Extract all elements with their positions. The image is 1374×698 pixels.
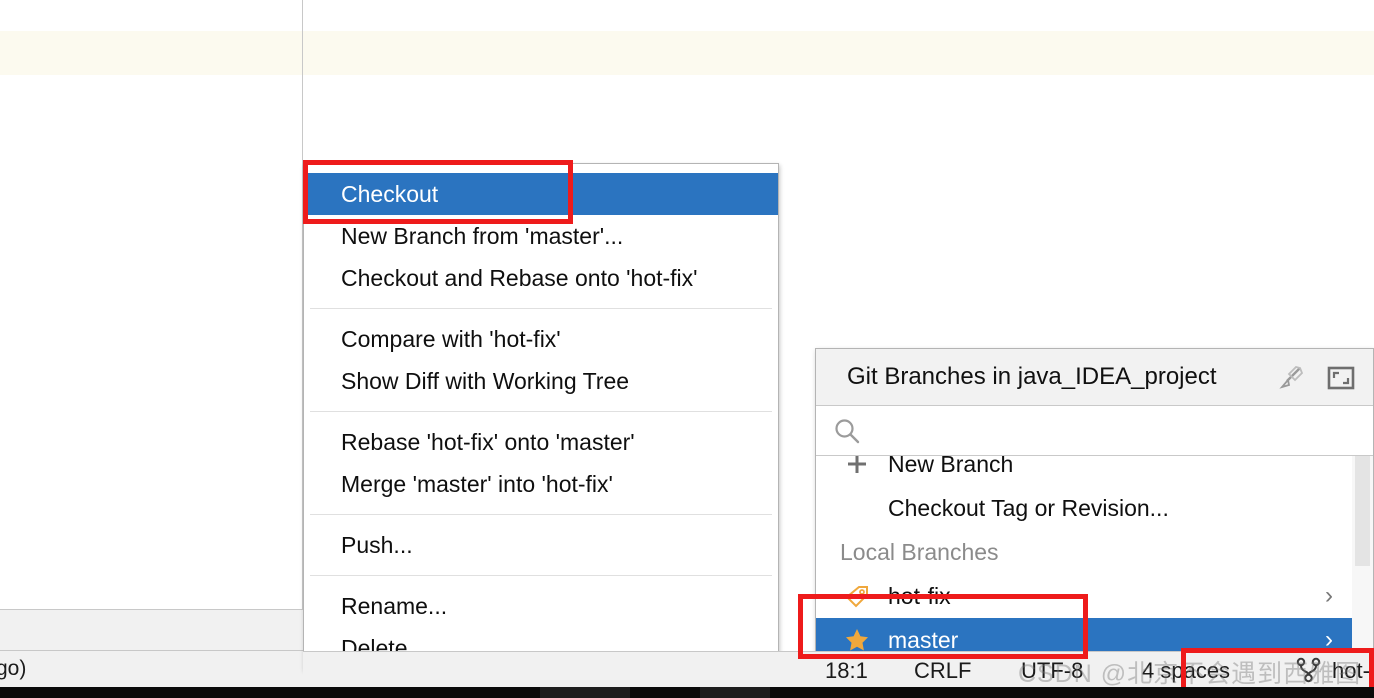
- context-menu-item[interactable]: Rename...: [304, 585, 778, 627]
- status-caret-position[interactable]: 18:1: [825, 658, 868, 684]
- git-branch-icon: [1295, 657, 1323, 683]
- pin-arrow-icon[interactable]: [1276, 363, 1306, 393]
- context-menu-separator: [310, 411, 772, 412]
- status-indent[interactable]: 4 spaces: [1142, 658, 1230, 684]
- left-status-band: [0, 651, 303, 687]
- status-encoding[interactable]: UTF-8: [1021, 658, 1083, 684]
- context-menu-item[interactable]: Merge 'master' into 'hot-fix': [304, 463, 778, 505]
- context-menu-item[interactable]: Push...: [304, 524, 778, 566]
- branches-action-item[interactable]: New Branch: [816, 456, 1373, 486]
- status-branch-name[interactable]: hot-fix: [1332, 658, 1374, 684]
- plus-icon: [844, 456, 870, 477]
- section-label: Local Branches: [840, 539, 999, 565]
- context-menu-item[interactable]: Rebase 'hot-fix' onto 'master': [304, 421, 778, 463]
- os-taskbar: [0, 687, 1374, 698]
- context-menu-item[interactable]: Show Diff with Working Tree: [304, 360, 778, 402]
- tag-icon: [844, 583, 870, 609]
- context-menu-item[interactable]: New Branch from 'master'...: [304, 215, 778, 257]
- taskbar-item[interactable]: [540, 687, 630, 698]
- context-menu-separator: [310, 308, 772, 309]
- context-menu-top-padding: [304, 164, 778, 173]
- star-icon: [844, 627, 870, 653]
- context-menu-item[interactable]: Checkout and Rebase onto 'hot-fix': [304, 257, 778, 299]
- caret-line-highlight: [0, 31, 1374, 75]
- search-icon: [832, 416, 862, 446]
- status-line-separator[interactable]: CRLF: [914, 658, 971, 684]
- git-branches-header: Git Branches in java_IDEA_project: [816, 349, 1373, 406]
- left-tool-panel-band: [0, 610, 303, 650]
- restore-window-icon[interactable]: [1326, 363, 1356, 393]
- branches-list-scrollbar[interactable]: [1352, 456, 1373, 661]
- chevron-right-icon[interactable]: ›: [1325, 574, 1333, 618]
- context-menu-separator: [310, 514, 772, 515]
- branch-label: hot-fix: [888, 583, 951, 609]
- branch-label: New Branch: [888, 456, 1014, 477]
- ide-status-bar: 18:1 CRLF UTF-8 4 spaces hot-fix: [303, 651, 1374, 687]
- git-branches-search-row[interactable]: [816, 406, 1373, 457]
- branches-section-header: Local Branches: [816, 530, 1373, 574]
- git-branches-popup[interactable]: Git Branches in java_IDEA_project New Br…: [815, 348, 1374, 663]
- git-branches-title: Git Branches in java_IDEA_project: [847, 363, 1217, 390]
- scrollbar-thumb[interactable]: [1355, 456, 1370, 566]
- context-menu-separator: [310, 575, 772, 576]
- branch-list-item[interactable]: hot-fix ›: [816, 574, 1373, 618]
- application-window: go) Checkout New Branch from 'master'... C…: [0, 0, 1374, 698]
- context-menu-item[interactable]: Compare with 'hot-fix': [304, 318, 778, 360]
- context-menu-item[interactable]: Checkout: [304, 173, 778, 215]
- left-status-text: go): [0, 657, 27, 680]
- branches-action-item[interactable]: Checkout Tag or Revision...: [816, 486, 1373, 530]
- git-branch-context-menu[interactable]: Checkout New Branch from 'master'... Check…: [303, 163, 779, 670]
- branch-label: Checkout Tag or Revision...: [888, 495, 1169, 521]
- git-branches-list[interactable]: New Branch Checkout Tag or Revision... Loc…: [816, 456, 1373, 661]
- taskbar-item[interactable]: [700, 687, 770, 698]
- branch-search-input[interactable]: [872, 406, 1366, 457]
